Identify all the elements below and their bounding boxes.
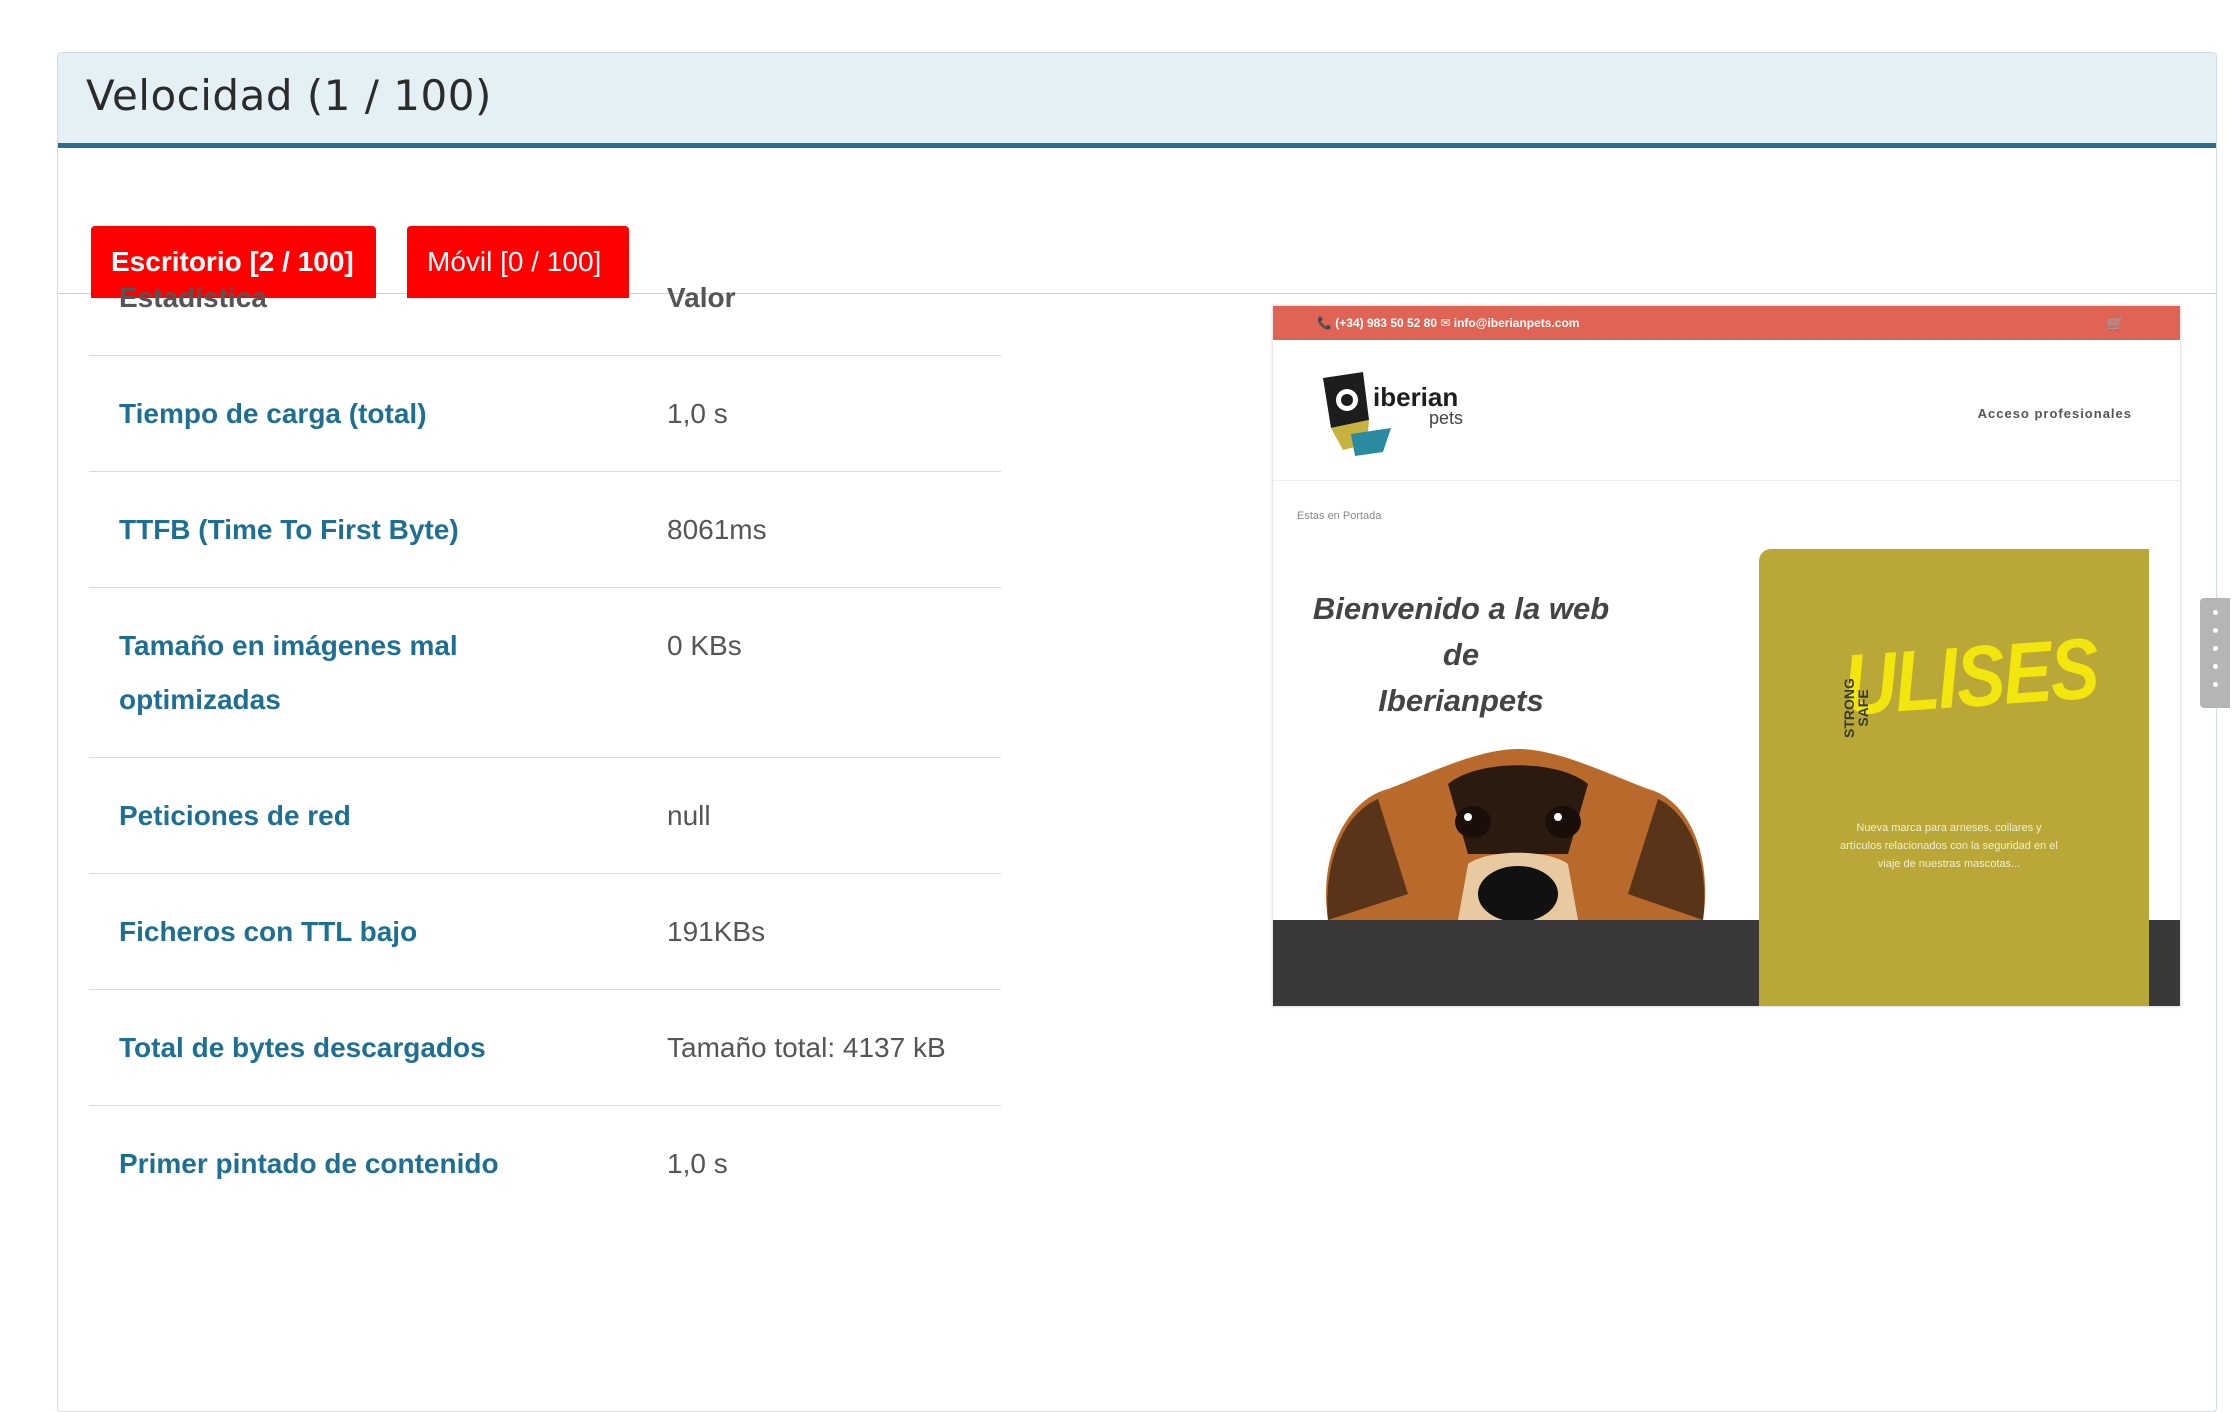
logo-brand-sub: pets xyxy=(1429,408,1463,428)
preview-welcome: Bienvenido a la web de Iberianpets xyxy=(1311,586,1611,724)
preview-acceso-link: Acceso profesionales xyxy=(1977,406,2132,421)
panel-title: Velocidad (1 / 100) xyxy=(86,71,492,120)
site-screenshot-preview: 📞 (+34) 983 50 52 80 ✉ info@iberianpets.… xyxy=(1273,306,2180,1006)
table-row: Ficheros con TTL bajo 191KBs xyxy=(89,874,1001,990)
preview-banner: ULISES STRONG SAFE Nueva marca para arne… xyxy=(1759,549,2149,1006)
stat-value: 0 KBs xyxy=(667,630,742,661)
banner-tag: STRONG SAFE xyxy=(1841,678,1871,738)
preview-welcome-line1: Bienvenido a la web de xyxy=(1312,591,1610,672)
header-value: Valor xyxy=(667,282,736,313)
iberianpets-logo: iberian pets xyxy=(1323,372,1463,456)
banner-title: ULISES xyxy=(1840,620,2101,734)
stat-label[interactable]: Tamaño en imágenes mal optimizadas xyxy=(119,619,519,727)
stat-label[interactable]: Primer pintado de contenido xyxy=(119,1137,519,1191)
table-row: Tiempo de carga (total) 1,0 s xyxy=(89,356,1001,472)
stat-label[interactable]: TTFB (Time To First Byte) xyxy=(119,503,519,557)
table-row: Primer pintado de contenido 1,0 s xyxy=(89,1106,1001,1222)
preview-header: iberian pets Acceso profesionales xyxy=(1273,340,2180,481)
table-row: Total de bytes descargados Tamaño total:… xyxy=(89,990,1001,1106)
stat-label[interactable]: Peticiones de red xyxy=(119,789,519,843)
stat-label[interactable]: Ficheros con TTL bajo xyxy=(119,905,519,959)
dog-image xyxy=(1326,749,1706,920)
table-header: Estadística Valor xyxy=(89,240,1001,356)
side-scroll-handle[interactable] xyxy=(2200,598,2230,708)
stat-label[interactable]: Total de bytes descargados xyxy=(119,1021,519,1075)
stat-label[interactable]: Tiempo de carga (total) xyxy=(119,387,519,441)
preview-breadcrumb: Estas en Portada xyxy=(1297,510,1382,522)
table-row: TTFB (Time To First Byte) 8061ms xyxy=(89,472,1001,588)
preview-welcome-line2: Iberianpets xyxy=(1378,683,1544,718)
preview-topbar: 📞 (+34) 983 50 52 80 ✉ info@iberianpets.… xyxy=(1273,306,2180,340)
banner-description: Nueva marca para arneses, collares y art… xyxy=(1840,822,2058,870)
stat-value: Tamaño total: 4137 kB xyxy=(667,1032,946,1063)
table-row: Peticiones de red null xyxy=(89,758,1001,874)
preview-contact: 📞 (+34) 983 50 52 80 ✉ info@iberianpets.… xyxy=(1317,316,1580,330)
header-stat: Estadística xyxy=(119,282,267,313)
stat-value: 1,0 s xyxy=(667,398,728,429)
cart-icon: 🛒 xyxy=(2106,315,2124,331)
stat-value: null xyxy=(667,800,711,831)
stat-value: 8061ms xyxy=(667,514,767,545)
table-row: Tamaño en imágenes mal optimizadas 0 KBs xyxy=(89,588,1001,758)
stat-value: 1,0 s xyxy=(667,1148,728,1179)
panel-header: Velocidad (1 / 100) xyxy=(58,53,2216,148)
stat-value: 191KBs xyxy=(667,916,766,947)
stats-table: Estadística Valor Tiempo de carga (total… xyxy=(89,240,1001,1222)
